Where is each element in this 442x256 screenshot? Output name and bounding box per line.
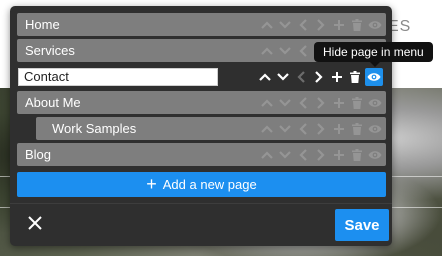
eye-icon[interactable] xyxy=(367,146,383,164)
eye-icon[interactable] xyxy=(367,16,383,34)
add-page-label: Add a new page xyxy=(162,177,257,192)
page-row-about-me[interactable]: About Me xyxy=(17,91,386,114)
page-row-home[interactable]: Home xyxy=(17,13,386,36)
save-button[interactable]: Save xyxy=(335,209,389,241)
close-icon xyxy=(28,216,42,230)
plus-icon[interactable] xyxy=(329,68,345,86)
trash-icon[interactable] xyxy=(349,94,365,112)
page-row-label: Work Samples xyxy=(52,121,137,136)
chevron-up-icon[interactable] xyxy=(259,120,275,138)
panel-footer: Save xyxy=(10,203,392,247)
plus-icon[interactable] xyxy=(331,94,347,112)
chevron-right-icon[interactable] xyxy=(313,120,329,138)
row-actions xyxy=(259,146,386,164)
row-actions xyxy=(257,67,386,86)
chevron-left-icon[interactable] xyxy=(295,16,311,34)
plus-icon[interactable] xyxy=(331,120,347,138)
close-button[interactable] xyxy=(24,212,46,234)
chevron-right-icon[interactable] xyxy=(311,68,327,86)
chevron-up-icon[interactable] xyxy=(259,42,275,60)
chevron-up-icon[interactable] xyxy=(257,68,273,86)
row-actions xyxy=(259,16,386,34)
chevron-left-icon[interactable] xyxy=(295,94,311,112)
chevron-down-icon[interactable] xyxy=(277,94,293,112)
plus-icon[interactable] xyxy=(331,146,347,164)
tooltip: Hide page in menu xyxy=(314,42,433,67)
plus-icon: + xyxy=(146,173,157,194)
trash-icon[interactable] xyxy=(349,146,365,164)
chevron-left-icon[interactable] xyxy=(295,42,311,60)
eye-icon[interactable] xyxy=(367,120,383,138)
eye-icon[interactable] xyxy=(367,94,383,112)
chevron-left-icon[interactable] xyxy=(293,68,309,86)
chevron-up-icon[interactable] xyxy=(259,16,275,34)
page-row-label: About Me xyxy=(25,95,81,110)
page-row-label: Blog xyxy=(25,147,52,162)
row-actions xyxy=(259,94,386,112)
add-page-button[interactable]: + Add a new page xyxy=(17,172,386,197)
page-name-input[interactable] xyxy=(18,67,218,86)
trash-icon[interactable] xyxy=(347,68,363,86)
page-row-label: Home xyxy=(25,17,60,32)
page-row-contact[interactable] xyxy=(17,65,386,88)
page-row-work-samples[interactable]: Work Samples xyxy=(36,117,386,140)
row-actions xyxy=(259,120,386,138)
chevron-down-icon[interactable] xyxy=(277,120,293,138)
chevron-right-icon[interactable] xyxy=(313,94,329,112)
page-list: Home Services Contact About Me Work Samp… xyxy=(17,13,386,169)
chevron-left-icon[interactable] xyxy=(295,120,311,138)
trash-icon[interactable] xyxy=(349,120,365,138)
chevron-down-icon[interactable] xyxy=(277,16,293,34)
plus-icon[interactable] xyxy=(331,16,347,34)
chevron-down-icon[interactable] xyxy=(277,42,293,60)
chevron-right-icon[interactable] xyxy=(313,146,329,164)
page-row-label: Services xyxy=(25,43,75,58)
page-row-blog[interactable]: Blog xyxy=(17,143,386,166)
chevron-right-icon[interactable] xyxy=(313,16,329,34)
trash-icon[interactable] xyxy=(349,16,365,34)
chevron-down-icon[interactable] xyxy=(277,146,293,164)
chevron-down-icon[interactable] xyxy=(275,68,291,86)
chevron-up-icon[interactable] xyxy=(259,94,275,112)
chevron-left-icon[interactable] xyxy=(295,146,311,164)
chevron-up-icon[interactable] xyxy=(259,146,275,164)
eye-icon[interactable] xyxy=(365,67,383,86)
